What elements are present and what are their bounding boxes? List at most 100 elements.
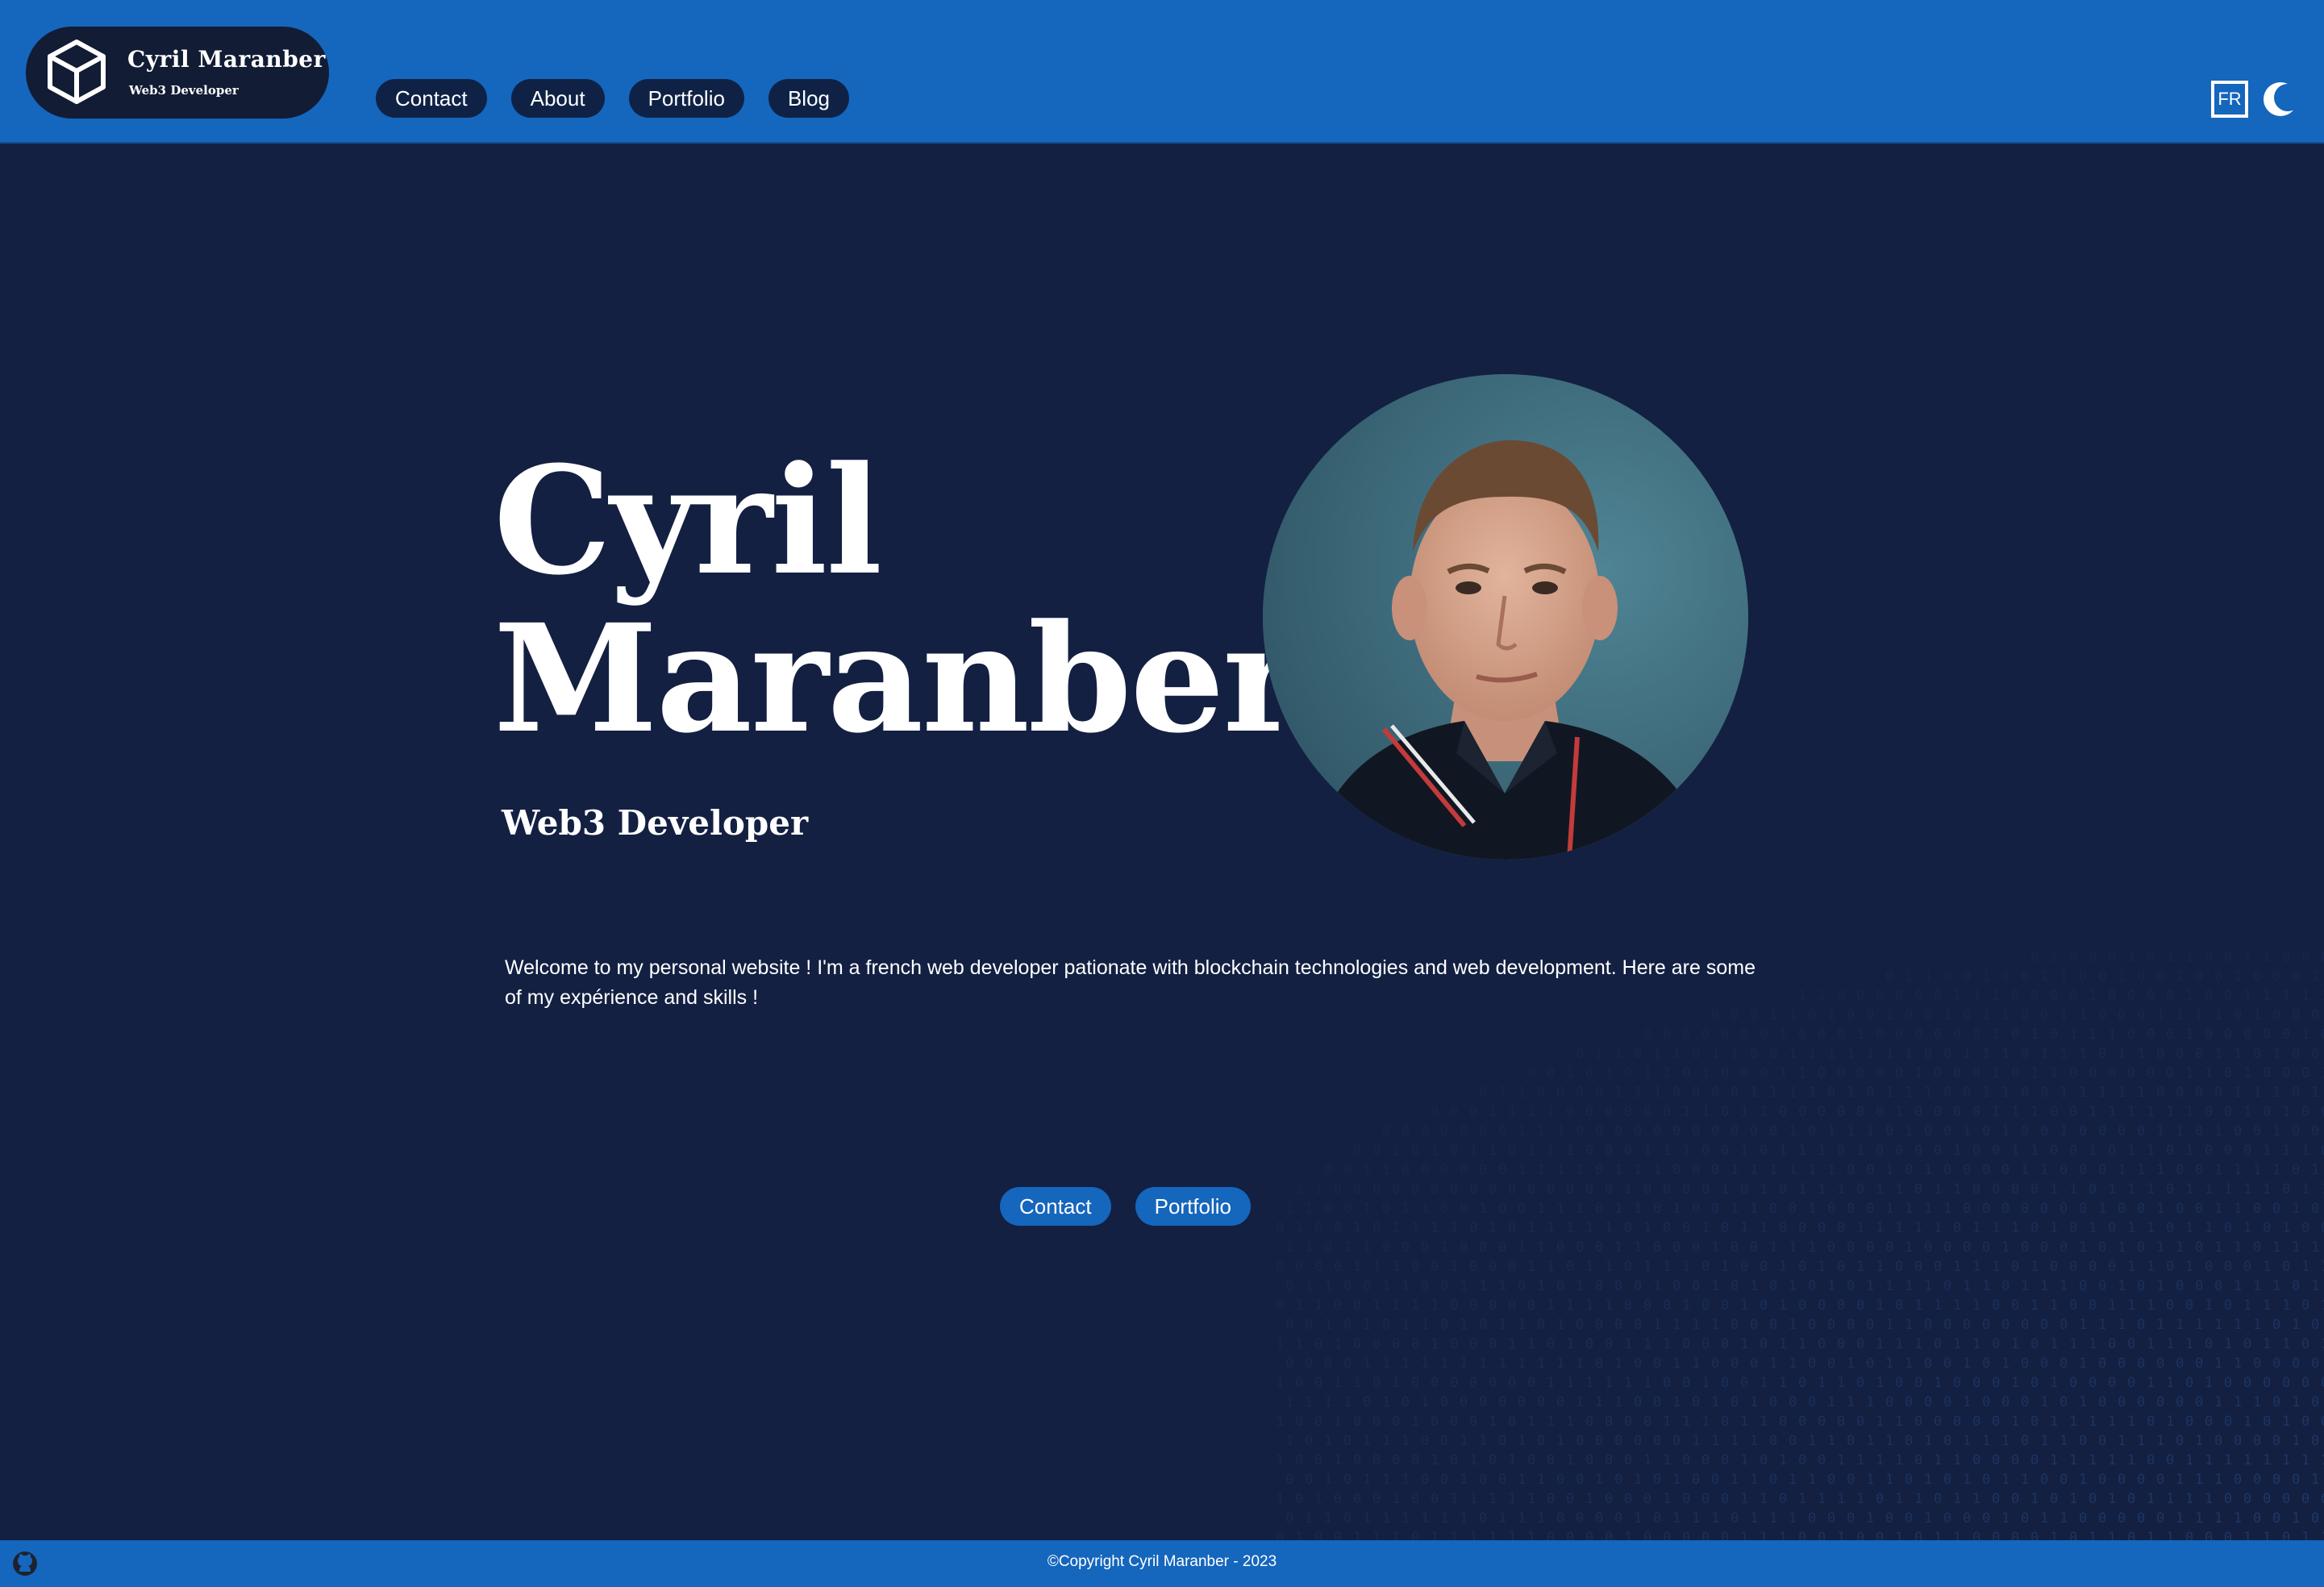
svg-text:1: 1 [1672, 1317, 1681, 1333]
svg-text:0: 0 [2253, 1472, 2261, 1488]
svg-text:0: 0 [2195, 1046, 2203, 1062]
svg-text:0: 0 [1605, 1491, 1613, 1507]
svg-text:0: 0 [1866, 1007, 1874, 1023]
svg-text:1: 1 [1276, 1491, 1284, 1507]
svg-text:1: 1 [1740, 1220, 1748, 1236]
github-icon[interactable] [11, 1550, 39, 1577]
svg-text:0: 0 [1711, 1085, 1719, 1101]
svg-text:0: 0 [1479, 1317, 1487, 1333]
svg-text:0: 0 [2234, 1123, 2242, 1139]
svg-text:0: 0 [1963, 1510, 1971, 1527]
language-toggle-button[interactable]: FR [2211, 81, 2248, 118]
svg-text:0: 0 [1779, 1414, 1787, 1430]
svg-text:0: 0 [1876, 1065, 1884, 1081]
svg-text:0: 0 [1547, 1491, 1555, 1507]
svg-text:0: 0 [2030, 949, 2039, 965]
svg-text:1: 1 [1885, 1046, 1893, 1062]
svg-text:1: 1 [1992, 1065, 2000, 1081]
svg-text:0: 0 [2282, 1181, 2290, 1198]
svg-text:1: 1 [1789, 1356, 1797, 1372]
svg-text:0: 0 [1992, 1336, 2000, 1352]
svg-text:1: 1 [1353, 1375, 1361, 1391]
svg-text:1: 1 [1885, 1472, 1893, 1488]
svg-text:0: 0 [1305, 1356, 1313, 1372]
nav-portfolio-button[interactable]: Portfolio [628, 79, 744, 118]
svg-text:0: 0 [1866, 1356, 1874, 1372]
svg-text:0: 0 [1914, 1143, 1922, 1159]
svg-text:1: 1 [2234, 1278, 2242, 1294]
svg-text:0: 0 [1450, 1414, 1458, 1430]
svg-text:1: 1 [1634, 1201, 1642, 1217]
svg-text:0: 0 [2098, 1007, 2106, 1023]
svg-text:0: 0 [1992, 1181, 2000, 1198]
svg-text:0: 0 [2030, 1414, 2039, 1430]
svg-text:1: 1 [1818, 988, 1826, 1004]
svg-text:0: 0 [1363, 1394, 1371, 1410]
svg-text:0: 0 [2137, 1007, 2145, 1023]
svg-text:0: 0 [2301, 1491, 2309, 1507]
svg-text:1: 1 [1314, 1181, 1322, 1198]
svg-text:1: 1 [2118, 1162, 2126, 1178]
svg-text:0: 0 [1943, 1472, 1951, 1488]
svg-text:1: 1 [1537, 1239, 1545, 1256]
svg-text:1: 1 [2030, 1027, 2039, 1043]
svg-text:0: 0 [2253, 1356, 2261, 1372]
svg-text:0: 0 [1634, 1433, 1642, 1449]
svg-text:1: 1 [2060, 968, 2068, 985]
svg-text:1: 1 [2137, 1085, 2145, 1101]
svg-text:1: 1 [1334, 1336, 1342, 1352]
svg-text:0: 0 [1847, 1201, 1855, 1217]
svg-text:1: 1 [2118, 1433, 2126, 1449]
svg-text:1: 1 [1779, 1375, 1787, 1391]
moon-icon[interactable] [2261, 80, 2300, 119]
nav-about-button[interactable]: About [510, 79, 605, 118]
svg-text:1: 1 [2147, 1181, 2155, 1198]
svg-text:0: 0 [1866, 1201, 1874, 1217]
svg-text:0: 0 [2195, 1123, 2203, 1139]
svg-text:1: 1 [2214, 1162, 2222, 1178]
svg-text:1: 1 [2118, 1278, 2126, 1294]
svg-text:0: 0 [2137, 1510, 2145, 1527]
svg-text:0: 0 [1963, 1201, 1971, 1217]
svg-text:1: 1 [1566, 1375, 1574, 1391]
cta-portfolio-button[interactable]: Portfolio [1135, 1187, 1251, 1226]
svg-text:1: 1 [1934, 1375, 1942, 1391]
svg-text:1: 1 [1953, 1143, 1961, 1159]
svg-text:0: 0 [2214, 1085, 2222, 1101]
svg-text:0: 0 [1527, 1065, 1535, 1081]
svg-text:1: 1 [1953, 988, 1961, 1004]
brand-home-link[interactable]: Cyril Maranber Web3 Developer [26, 27, 329, 119]
svg-text:1: 1 [1943, 1007, 1951, 1023]
svg-text:0: 0 [1382, 1239, 1390, 1256]
svg-text:0: 0 [1634, 1394, 1642, 1410]
svg-text:1: 1 [2147, 1259, 2155, 1275]
svg-text:1: 1 [2079, 1394, 2087, 1410]
svg-text:1: 1 [1285, 1433, 1293, 1449]
svg-text:1: 1 [2243, 988, 2251, 1004]
svg-text:0: 0 [2311, 1007, 2319, 1023]
nav-contact-button[interactable]: Contact [376, 79, 487, 118]
svg-text:0: 0 [1953, 1065, 1961, 1081]
svg-text:0: 0 [1731, 1317, 1739, 1333]
svg-text:1: 1 [1556, 1317, 1564, 1333]
svg-text:0: 0 [1431, 1491, 1439, 1507]
svg-text:1: 1 [2001, 1356, 2010, 1372]
svg-text:0: 0 [1576, 1433, 1584, 1449]
svg-text:0: 0 [2176, 1433, 2184, 1449]
svg-text:0: 0 [1943, 1123, 1951, 1139]
svg-text:1: 1 [1634, 1085, 1642, 1101]
svg-text:1: 1 [2234, 1201, 2242, 1217]
svg-text:0: 0 [1411, 1491, 1419, 1507]
svg-text:0: 0 [2050, 1027, 2058, 1043]
svg-text:1: 1 [2301, 1181, 2309, 1198]
svg-text:1: 1 [1837, 1491, 1845, 1507]
svg-text:0: 0 [2108, 1375, 2116, 1391]
svg-text:1: 1 [1711, 1510, 1719, 1527]
svg-text:0: 0 [1943, 1433, 1951, 1449]
svg-text:1: 1 [1731, 1162, 1739, 1178]
svg-text:0: 0 [1479, 1162, 1487, 1178]
svg-text:0: 0 [2050, 1104, 2058, 1120]
svg-text:0: 0 [1701, 1027, 1710, 1043]
cta-contact-button[interactable]: Contact [1000, 1187, 1111, 1226]
nav-blog-button[interactable]: Blog [768, 79, 849, 118]
